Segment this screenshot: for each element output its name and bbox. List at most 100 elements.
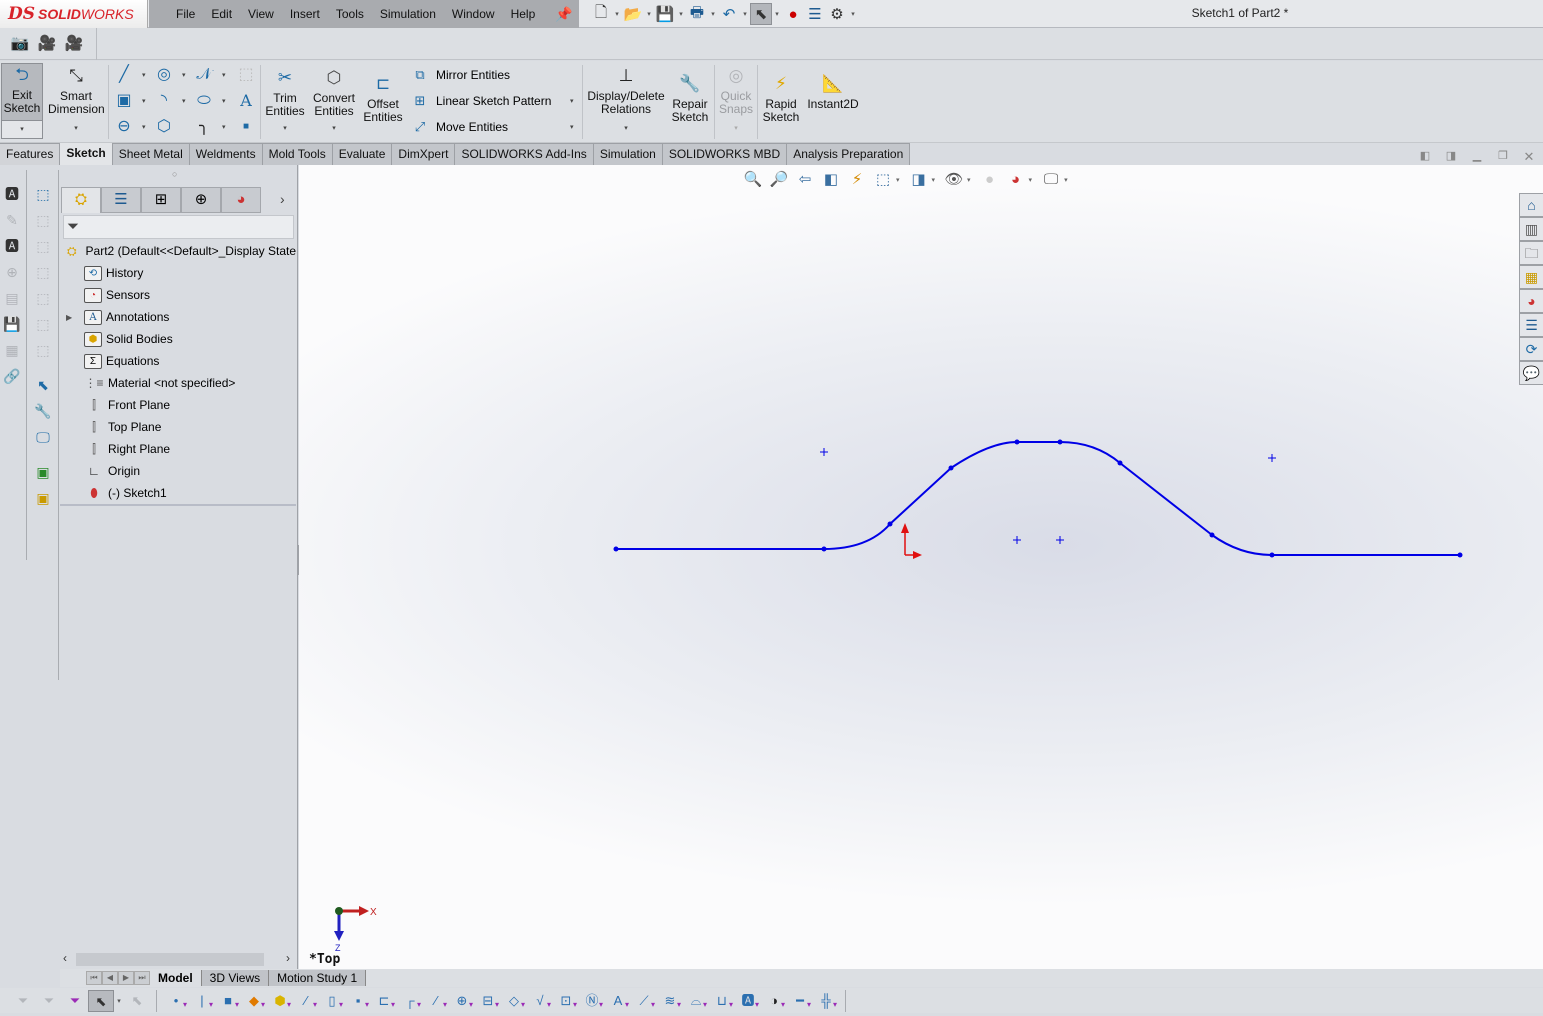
link-icon[interactable]: 🔗 (2, 366, 22, 386)
close-icon[interactable]: ✕ (1516, 149, 1542, 165)
display-icon[interactable]: 🖵 (33, 427, 53, 447)
filter-cosmetic-threads-icon[interactable]: ≋ (657, 990, 683, 1016)
undo-dropdown[interactable]: ▾ (740, 10, 750, 18)
rectangle-dropdown[interactable]: ▾ (142, 97, 146, 105)
select-dropdown[interactable]: ▾ (772, 10, 782, 18)
sketch-endpoint[interactable] (1457, 552, 1463, 558)
tab-mold-tools[interactable]: Mold Tools (262, 143, 333, 165)
menu-file[interactable]: File (176, 7, 195, 21)
tab-analysis-preparation[interactable]: Analysis Preparation (787, 143, 911, 165)
panel-grip[interactable]: ○ (172, 169, 177, 179)
relations-dropdown[interactable]: ▾ (586, 122, 666, 135)
rebuild-icon[interactable]: ● (782, 3, 804, 25)
layer-icon[interactable]: ▣ (33, 462, 53, 482)
undo-icon[interactable]: ↶ (718, 3, 740, 25)
select-dropdown[interactable]: ▾ (114, 997, 124, 1005)
sketch-endpoint[interactable] (1057, 439, 1063, 445)
record-icon[interactable]: 🎥 (37, 34, 57, 54)
filter-surface-finish-icon[interactable]: ◇ (501, 990, 527, 1016)
last-tab-icon[interactable]: ⏭ (134, 971, 150, 985)
filter-sketch-segments-icon[interactable]: ⊏ (371, 990, 397, 1016)
view-cube-icon[interactable]: ⬚ (33, 184, 53, 204)
repair-icon[interactable]: 🔧 (33, 401, 53, 421)
circle-dropdown[interactable]: ▾ (182, 71, 186, 79)
sketch-endpoint[interactable] (1209, 532, 1215, 538)
filter-midpoints-icon[interactable]: ┌ (397, 990, 423, 1016)
smart-dimension-dropdown[interactable]: ▾ (48, 122, 104, 135)
new-dropdown[interactable]: ▾ (612, 10, 622, 18)
feature-tree-filter[interactable]: ⏷ (63, 215, 294, 239)
toggle-filter-icon[interactable]: ⏷ (10, 990, 36, 1012)
offset-entities-button[interactable]: ⊏ Offset Entities (361, 73, 405, 124)
next-tab-icon[interactable]: ▶ (118, 971, 134, 985)
sketch-endpoint[interactable] (1014, 439, 1020, 445)
tab-simulation[interactable]: Simulation (593, 143, 663, 165)
open-icon[interactable]: 📂 (622, 3, 644, 25)
sketch-endpoint[interactable] (948, 465, 954, 471)
filter-center-points-icon[interactable]: ╬ (813, 990, 839, 1016)
filter-faces-icon[interactable]: ■ (215, 990, 241, 1016)
select-icon[interactable]: ⬉ (750, 3, 772, 25)
filter-surface-bodies-icon[interactable]: ◆ (241, 990, 267, 1016)
layer-2-icon[interactable]: ▣ (33, 488, 53, 508)
menu-window[interactable]: Window (452, 7, 495, 21)
custom-properties-icon[interactable]: ☰ (1519, 313, 1543, 337)
filter-blocks-icon[interactable]: ⌓ (683, 990, 709, 1016)
select-icon[interactable]: ⬉ (88, 989, 114, 1012)
tree-item-sketch1[interactable]: ⬮ (-) Sketch1 (60, 482, 296, 504)
arc-dropdown[interactable]: ▾ (182, 97, 186, 105)
sketch-endpoint[interactable] (821, 546, 827, 552)
tab-sheet-metal[interactable]: Sheet Metal (112, 143, 190, 165)
sketch-endpoint[interactable] (613, 546, 619, 552)
filter-datum-feature-icon[interactable]: Ⓝ (579, 990, 605, 1016)
menu-edit[interactable]: Edit (211, 7, 232, 21)
mirror-entities-button[interactable]: ⧉ Mirror Entities (410, 65, 510, 85)
new-document-icon[interactable]: 🗋 (590, 3, 612, 25)
fillet-tool-icon[interactable]: ╮ (194, 117, 214, 137)
scroll-left-icon[interactable]: ‹ (63, 951, 67, 965)
tab-motion-study-1[interactable]: Motion Study 1 (269, 970, 367, 986)
trim-dropdown[interactable]: ▾ (263, 122, 307, 135)
filter-geometric-tolerance-icon[interactable]: √ (527, 990, 553, 1016)
filter-weld-symbols-icon[interactable]: A (605, 990, 631, 1016)
filter-sketch-points-icon[interactable]: ▪ (345, 990, 371, 1016)
ellipse-dropdown[interactable]: ▾ (222, 97, 226, 105)
arc-center-mark[interactable] (1268, 454, 1276, 462)
tab-dimxpert[interactable]: DimXpert (392, 143, 456, 165)
filter-axes-icon[interactable]: ⁄ (293, 990, 319, 1016)
tree-item-material[interactable]: ⋮≡ Material <not specified> (60, 372, 296, 394)
tree-item-solid-bodies[interactable]: ⬢ Solid Bodies (60, 328, 296, 350)
smart-dimension-button[interactable]: ⤡ Smart Dimension ▾ (48, 65, 105, 135)
tab-features[interactable]: Features (0, 143, 61, 165)
linear-sketch-pattern-button[interactable]: ⊞ Linear Sketch Pattern ▾ (410, 91, 580, 111)
filter-vertices-icon[interactable]: • (163, 990, 189, 1016)
exit-sketch-button[interactable]: ⮌ Exit Sketch ▾ (1, 63, 43, 139)
polygon-tool-icon[interactable]: ⬡ (154, 117, 174, 137)
menu-help[interactable]: Help (511, 7, 536, 21)
tree-item-history[interactable]: ⟲ History (60, 262, 296, 284)
filter-solid-bodies-icon[interactable]: ⬢ (267, 990, 293, 1016)
options-dropdown[interactable]: ▾ (848, 10, 858, 18)
ellipse-tool-icon[interactable]: ⬭ (194, 91, 214, 111)
fillet-dropdown[interactable]: ▾ (222, 123, 226, 131)
tree-item-right-plane[interactable]: ⫿ Right Plane (60, 438, 296, 460)
arc-center-mark[interactable] (1056, 536, 1064, 544)
tab-sketch[interactable]: Sketch (60, 143, 113, 165)
filter-centerline-icon[interactable]: ⊕ (449, 990, 475, 1016)
design-library-icon[interactable]: ▥ (1519, 217, 1543, 241)
trim-entities-button[interactable]: ✂ Trim Entities ▾ (263, 67, 307, 135)
save-note-icon[interactable]: 💾 (2, 314, 22, 334)
camera-icon[interactable]: 📷 (10, 34, 30, 54)
filter-mid-points-icon[interactable]: ━ (787, 990, 813, 1016)
convert-entities-button[interactable]: ⬡ Convert Entities ▾ (310, 67, 358, 135)
appearances-icon[interactable]: ◕ (1519, 289, 1543, 313)
menu-view[interactable]: View (248, 7, 274, 21)
tab-model[interactable]: Model (150, 970, 202, 986)
linear-pattern-dropdown[interactable]: ▾ (570, 97, 574, 105)
display-manager-tab[interactable]: ◕ (221, 187, 261, 213)
prev-tab-icon[interactable]: ◀ (102, 971, 118, 985)
pin-menu-icon[interactable]: 📌 (555, 6, 572, 23)
scroll-right-icon[interactable]: › (286, 951, 290, 965)
arc-center-mark[interactable] (1013, 536, 1021, 544)
more-tabs-chevron-icon[interactable]: › (280, 191, 285, 207)
